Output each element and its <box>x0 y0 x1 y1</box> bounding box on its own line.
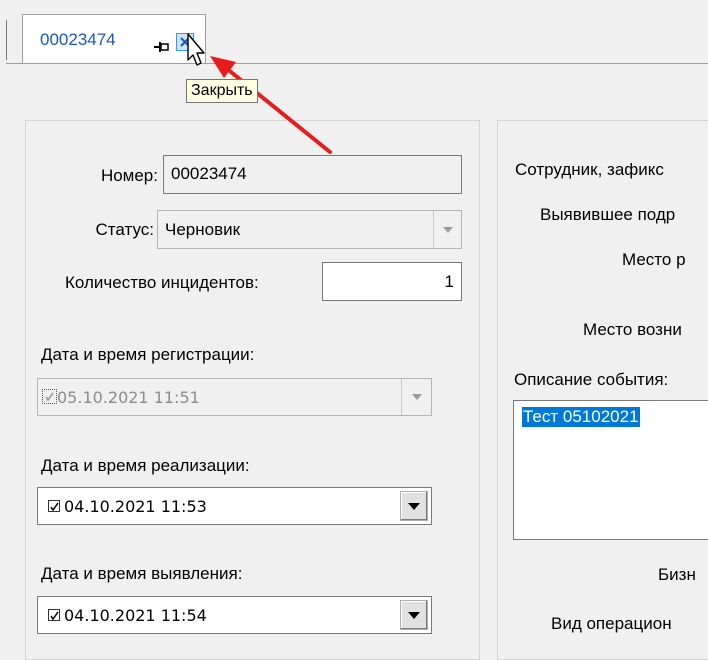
detect-date-picker[interactable]: 04.10.2021 11:54 <box>37 596 432 634</box>
detecting-dept-label: Выявившее подр <box>540 205 676 224</box>
description-label: Описание события: <box>514 370 669 389</box>
chevron-down-icon <box>408 502 420 510</box>
impl-date-value: 04.10.2021 11:53 <box>64 497 207 516</box>
detect-date-value: 04.10.2021 11:54 <box>64 606 207 625</box>
status-select[interactable]: Черновик <box>157 210 462 249</box>
pin-icon[interactable] <box>154 38 170 52</box>
impl-date-label: Дата и время реализации: <box>41 456 250 475</box>
impl-date-picker[interactable]: 04.10.2021 11:53 <box>37 487 432 525</box>
operational-type-label: Вид операцион <box>551 614 672 633</box>
incidents-field[interactable]: 1 <box>322 262 462 301</box>
description-textarea[interactable]: Тест 05102021 <box>513 400 708 540</box>
tooltip-text: Закрыть <box>191 82 253 99</box>
origin-place-label: Место возни <box>583 320 682 339</box>
status-value: Черновик <box>165 220 241 239</box>
document-tab[interactable]: 00023474 <box>22 14 206 64</box>
reg-date-label: Дата и время регистрации: <box>41 345 255 364</box>
reg-date-checkbox[interactable] <box>42 389 57 404</box>
incidents-label: Количество инцидентов: <box>65 273 259 292</box>
chevron-down-icon <box>442 226 453 233</box>
detect-date-dropdown-button[interactable] <box>400 600 428 630</box>
status-label: Статус: <box>95 220 154 239</box>
window-edge <box>6 20 7 60</box>
status-dropdown-button[interactable] <box>433 211 461 248</box>
reg-date-value: 05.10.2021 11:51 <box>57 388 200 407</box>
place-label: Место р <box>622 250 686 269</box>
detect-date-label: Дата и время выявления: <box>41 564 243 583</box>
reg-date-picker[interactable]: 05.10.2021 11:51 <box>37 378 432 416</box>
reg-date-dropdown-button[interactable] <box>401 379 431 415</box>
red-arrow-annotation <box>210 56 332 154</box>
tab-title: 00023474 <box>40 30 116 49</box>
impl-date-dropdown-button[interactable] <box>400 491 428 521</box>
close-tooltip: Закрыть <box>186 79 258 103</box>
impl-date-checkbox[interactable] <box>48 500 60 512</box>
chevron-down-icon <box>411 394 422 400</box>
description-value: Тест 05102021 <box>522 407 640 427</box>
detect-date-checkbox[interactable] <box>48 609 60 621</box>
business-label: Бизн <box>658 565 696 584</box>
chevron-down-icon <box>408 611 420 619</box>
employee-label: Сотрудник, зафикс <box>515 160 664 179</box>
number-label: Номер: <box>100 166 158 185</box>
incidents-value: 1 <box>444 272 454 291</box>
number-value: 00023474 <box>171 164 247 183</box>
